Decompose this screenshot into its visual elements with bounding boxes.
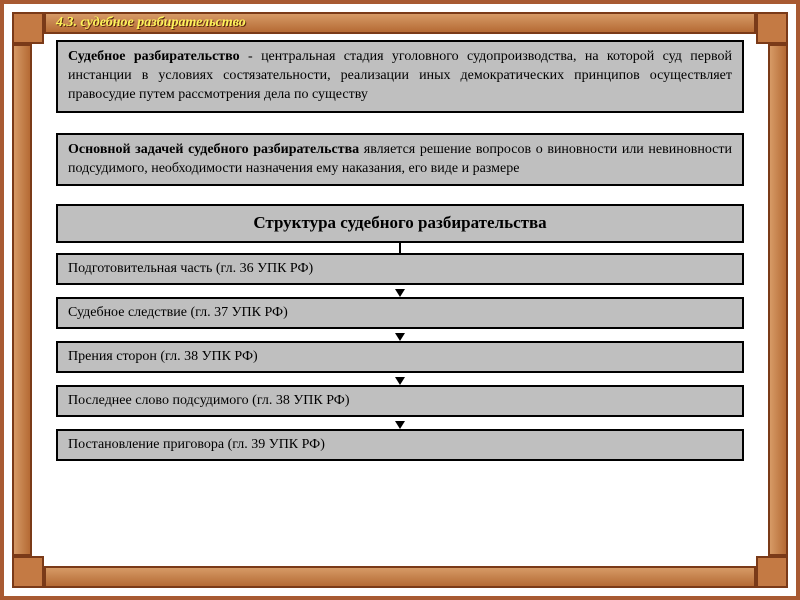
arrow-down-icon — [395, 333, 405, 341]
stage-label: Судебное следствие (гл. 37 УПК РФ) — [68, 305, 288, 320]
task-box: Основной задачей судебного разбирательст… — [56, 133, 744, 187]
arrow-down-icon — [395, 421, 405, 429]
definition-box: Судебное разбирательство - центральная с… — [56, 40, 744, 113]
slide-inner-frame: 4.3. судебное разбирательство Судебное р… — [12, 12, 788, 588]
frame-footer — [44, 566, 756, 588]
slide-frame: 4.3. судебное разбирательство Судебное р… — [0, 0, 800, 600]
stage-label: Последнее слово подсудимого (гл. 38 УПК … — [68, 393, 349, 408]
definition-dash: - — [240, 49, 261, 64]
stage-item: Прения сторон (гл. 38 УПК РФ) — [56, 341, 744, 373]
task-lead: Основной задачей судебного разбирательст… — [68, 142, 359, 157]
definition-term: Судебное разбирательство — [68, 49, 240, 64]
slide-title-bar: 4.3. судебное разбирательство — [44, 12, 756, 34]
arrow-down-icon — [395, 289, 405, 297]
stage-item: Судебное следствие (гл. 37 УПК РФ) — [56, 297, 744, 329]
stage-item: Последнее слово подсудимого (гл. 38 УПК … — [56, 385, 744, 417]
stage-item: Подготовительная часть (гл. 36 УПК РФ) — [56, 253, 744, 285]
connector-line — [399, 243, 401, 253]
stage-label: Подготовительная часть (гл. 36 УПК РФ) — [68, 261, 313, 276]
slide-title: 4.3. судебное разбирательство — [56, 15, 246, 31]
stage-label: Прения сторон (гл. 38 УПК РФ) — [68, 349, 258, 364]
structure-title-box: Структура судебного разбирательства — [56, 204, 744, 243]
frame-side-left — [12, 44, 32, 556]
frame-side-right — [768, 44, 788, 556]
spacer — [36, 113, 764, 127]
slide-content: Судебное разбирательство - центральная с… — [36, 40, 764, 564]
stage-label: Постановление приговора (гл. 39 УПК РФ) — [68, 437, 325, 452]
structure-title: Структура судебного разбирательства — [253, 213, 546, 232]
stage-item: Постановление приговора (гл. 39 УПК РФ) — [56, 429, 744, 461]
arrow-down-icon — [395, 377, 405, 385]
